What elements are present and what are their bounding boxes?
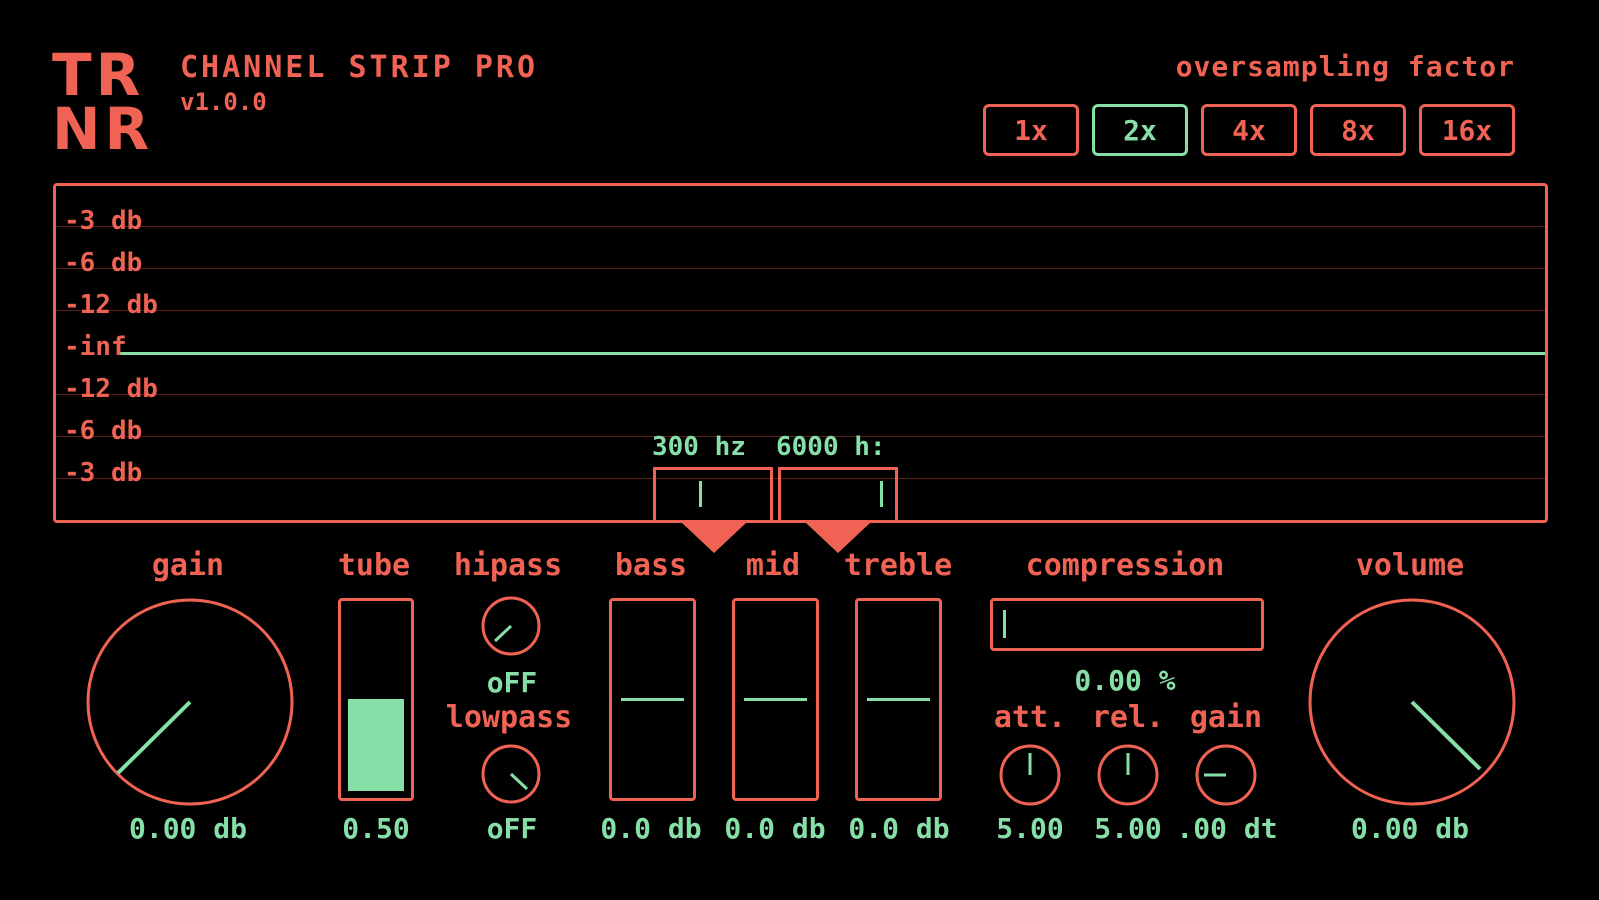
attack-label: att. — [993, 700, 1067, 735]
low-split-freq-label: 300 hz — [652, 432, 746, 462]
lowpass-label: lowpass — [445, 700, 573, 735]
gain-value: 0.00 db — [128, 812, 247, 845]
treble-value: 0.0 db — [848, 812, 950, 845]
oversampling-4x-button[interactable]: 4x — [1201, 104, 1297, 156]
plugin-version: v1.0.0 — [180, 88, 267, 116]
gridline — [56, 268, 1545, 269]
lowpass-knob[interactable] — [480, 743, 542, 805]
oversampling-1x-button[interactable]: 1x — [983, 104, 1079, 156]
trnr-logo: TR NR — [52, 41, 154, 163]
oversampling-8x-button[interactable]: 8x — [1310, 104, 1406, 156]
low-split-handle[interactable] — [653, 467, 773, 523]
comp-gain-knob[interactable] — [1194, 743, 1258, 807]
gridline — [56, 394, 1545, 395]
signal-line — [120, 352, 1545, 355]
scale-label: -6 db — [64, 248, 143, 278]
compression-meter-level — [1003, 610, 1006, 638]
treble-slider-handle[interactable] — [867, 698, 930, 701]
oversampling-2x-button[interactable]: 2x — [1092, 104, 1188, 156]
oversampling-label: oversampling factor — [1175, 50, 1515, 83]
tube-level-fill — [348, 699, 404, 791]
oversampling-16x-button[interactable]: 16x — [1419, 104, 1515, 156]
gridline — [56, 310, 1545, 311]
compression-label: compression — [1025, 548, 1225, 583]
scale-label: -12 db — [64, 374, 158, 404]
tube-label: tube — [337, 548, 411, 583]
compression-meter — [990, 598, 1264, 651]
hipass-knob[interactable] — [480, 595, 542, 657]
mid-label: mid — [745, 548, 801, 583]
scale-label: -6 db — [64, 416, 143, 446]
scale-label: -3 db — [64, 206, 143, 236]
volume-value: 0.00 db — [1350, 812, 1469, 845]
plugin-title: CHANNEL STRIP PRO — [180, 50, 539, 85]
comp-gain-value: .00 dt — [1176, 812, 1278, 845]
mid-value: 0.0 db — [724, 812, 826, 845]
release-knob[interactable] — [1096, 743, 1160, 807]
mid-slider-handle[interactable] — [744, 698, 807, 701]
compression-value: 0.00 % — [1074, 664, 1176, 697]
attack-value: 5.00 — [996, 812, 1064, 845]
bass-label: bass — [614, 548, 688, 583]
lowpass-value: oFF — [486, 812, 538, 845]
hipass-label: hipass — [453, 548, 563, 583]
tube-value: 0.50 — [342, 812, 410, 845]
hipass-value: oFF — [486, 666, 538, 699]
scale-label: -inf — [64, 332, 127, 362]
high-split-freq-label: 6000 h: — [776, 432, 886, 462]
high-split-marker — [880, 481, 883, 507]
scale-label: -12 db — [64, 290, 158, 320]
scale-label: -3 db — [64, 458, 143, 488]
attack-knob[interactable] — [998, 743, 1062, 807]
gridline — [56, 226, 1545, 227]
gain-label: gain — [151, 548, 225, 583]
bass-value: 0.0 db — [600, 812, 702, 845]
low-split-marker — [699, 481, 702, 507]
release-value: 5.00 — [1094, 812, 1162, 845]
gain-knob[interactable] — [84, 596, 296, 808]
volume-label: volume — [1355, 548, 1465, 583]
volume-knob[interactable] — [1306, 596, 1518, 808]
treble-label: treble — [843, 548, 953, 583]
bass-slider-handle[interactable] — [621, 698, 684, 701]
comp-gain-label: gain — [1189, 700, 1263, 735]
release-label: rel. — [1091, 700, 1165, 735]
